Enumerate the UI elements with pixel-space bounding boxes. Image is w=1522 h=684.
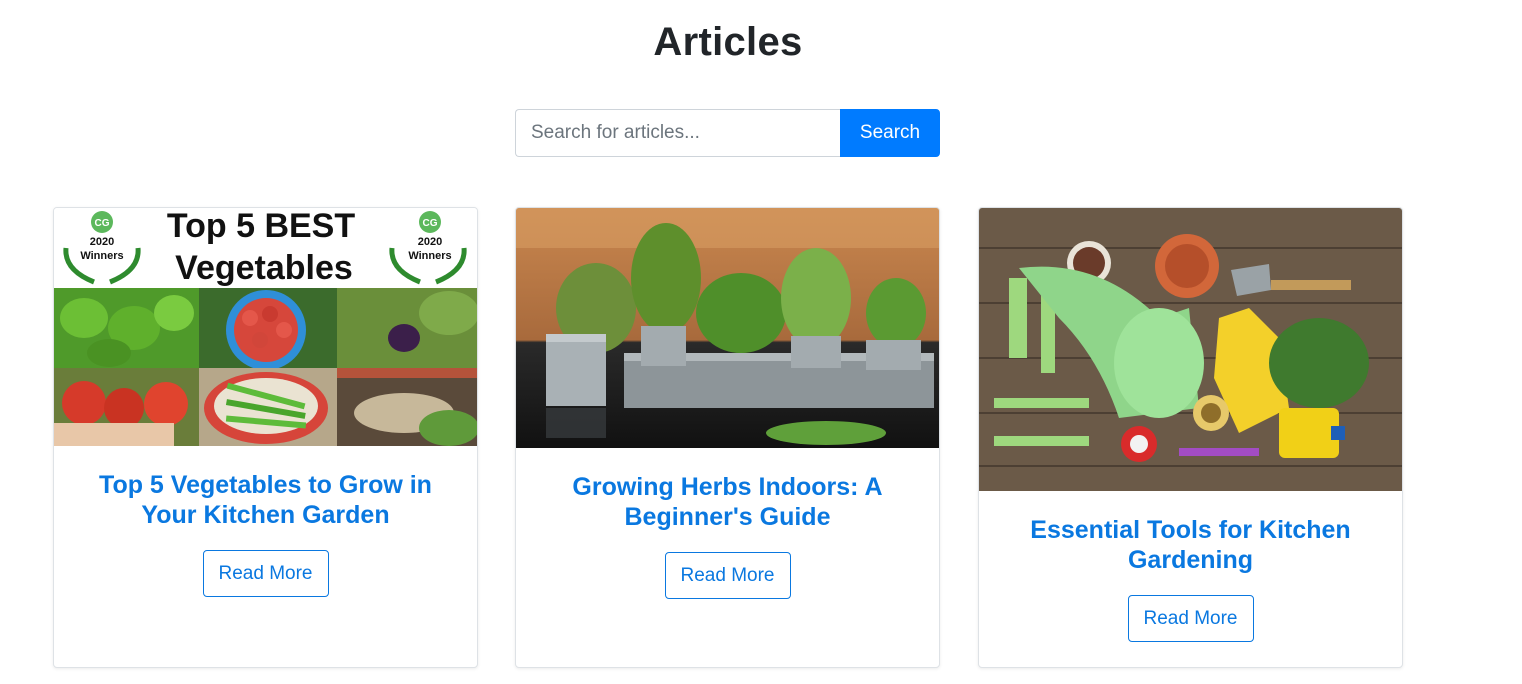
article-card: Growing Herbs Indoors: A Beginner's Guid… xyxy=(515,207,940,668)
badge-year-text: 2020 xyxy=(90,236,114,248)
article-card: CG 2020 Winners CG 2020 Winners Top 5 BE… xyxy=(53,207,478,668)
badge-year-text: 2020 xyxy=(418,236,442,248)
badge-logo-text: CG xyxy=(95,218,110,229)
badge-label-text: Winners xyxy=(80,250,123,262)
banner-line-1: Top 5 BEST xyxy=(167,208,355,245)
read-more-button[interactable]: Read More xyxy=(202,550,329,597)
article-image-vegetables: CG 2020 Winners CG 2020 Winners Top 5 BE… xyxy=(54,208,477,446)
article-title[interactable]: Essential Tools for Kitchen Gardening xyxy=(999,515,1382,575)
badge-label-text: Winners xyxy=(408,250,451,262)
banner-line-2: Vegetables xyxy=(175,249,353,287)
badge-logo-text: CG xyxy=(423,218,438,229)
read-more-button[interactable]: Read More xyxy=(664,552,791,599)
search-input[interactable] xyxy=(515,109,840,157)
article-card: Essential Tools for Kitchen Gardening Re… xyxy=(978,207,1403,668)
article-image-tools xyxy=(979,208,1402,491)
article-title[interactable]: Growing Herbs Indoors: A Beginner's Guid… xyxy=(536,472,919,532)
article-title[interactable]: Top 5 Vegetables to Grow in Your Kitchen… xyxy=(74,470,457,530)
articles-page: Articles Search CG 2020 Winners CG 2 xyxy=(0,0,1522,684)
card-body: Top 5 Vegetables to Grow in Your Kitchen… xyxy=(54,470,477,597)
article-image-herbs xyxy=(516,208,939,448)
card-body: Growing Herbs Indoors: A Beginner's Guid… xyxy=(516,472,939,599)
card-body: Essential Tools for Kitchen Gardening Re… xyxy=(979,515,1402,642)
search-button[interactable]: Search xyxy=(840,109,940,157)
search-form: Search xyxy=(515,109,940,157)
read-more-button[interactable]: Read More xyxy=(1127,595,1254,642)
page-title: Articles xyxy=(653,20,803,64)
